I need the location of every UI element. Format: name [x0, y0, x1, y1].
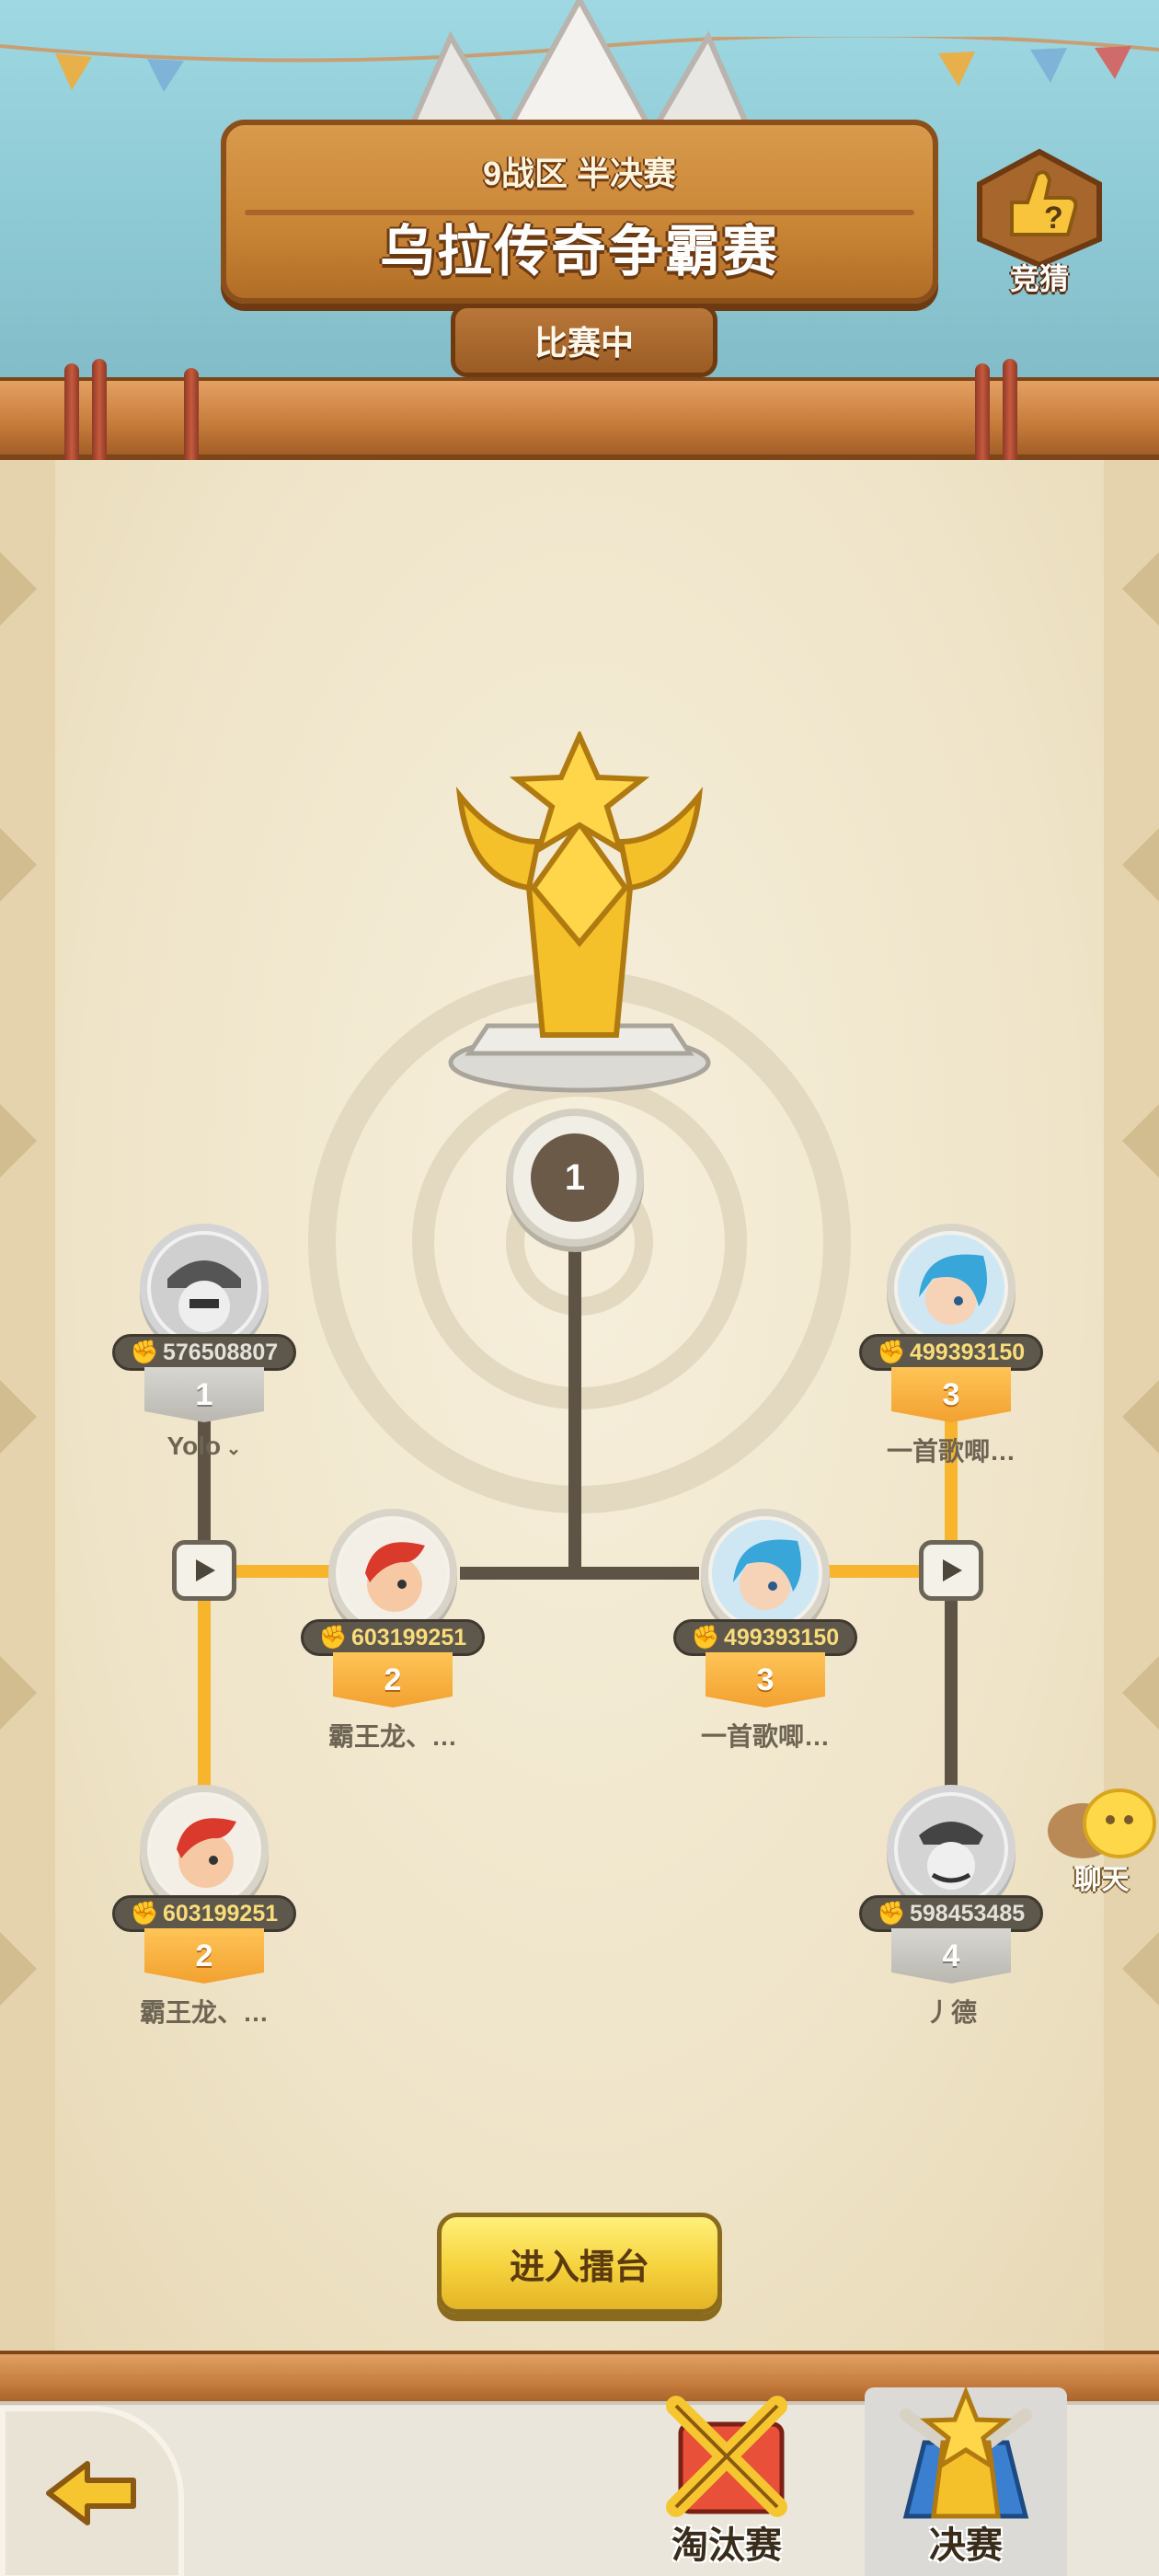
player-rank: 3	[891, 1367, 1011, 1422]
guess-button[interactable]: ? 竞猜	[970, 147, 1108, 295]
back-button[interactable]	[0, 2406, 184, 2576]
player-name: 一首歌唧…	[886, 1437, 1016, 1466]
player-power: ✊ 598453485	[859, 1895, 1043, 1932]
player-avatar	[140, 1224, 269, 1352]
player-rank: 3	[706, 1652, 825, 1708]
power-icon: ✊	[130, 1900, 159, 1926]
player-power: ✊ 499393150	[673, 1619, 857, 1656]
chat-bubble-icon	[1048, 1788, 1156, 1858]
right-border-decoration	[1104, 460, 1159, 2364]
player-rank: 2	[333, 1652, 453, 1708]
player-card[interactable]: ✊ 499393150 3 一首歌唧…	[859, 1224, 1043, 1466]
player-name: 丿德	[924, 1998, 977, 2027]
player-avatar	[140, 1785, 269, 1914]
replay-button-left[interactable]	[172, 1540, 236, 1601]
power-icon: ✊	[691, 1624, 720, 1650]
power-icon: ✊	[130, 1339, 159, 1365]
red-hair-character-icon	[151, 1796, 258, 1903]
player-card[interactable]: ✊ 603199251 2 霸王龙、…	[112, 1785, 296, 2027]
player-avatar	[328, 1509, 457, 1638]
enter-arena-button[interactable]: 进入擂台	[437, 2213, 722, 2314]
blue-hair-character-icon	[898, 1235, 1004, 1341]
player-power: ✊ 603199251	[112, 1895, 296, 1932]
svg-text:?: ?	[1044, 201, 1063, 236]
player-card[interactable]: ✊ 603199251 2 霸王龙、…	[301, 1509, 485, 1751]
power-icon: ✊	[877, 1339, 906, 1365]
thumbs-up-question-icon: ?	[977, 148, 1102, 269]
power-icon: ✊	[318, 1624, 348, 1650]
player-card[interactable]: ✊ 499393150 3 一首歌唧…	[673, 1509, 857, 1751]
player-avatar	[701, 1509, 830, 1638]
play-icon	[943, 1559, 962, 1581]
player-avatar	[887, 1785, 1016, 1914]
tab-final-label: 决赛	[929, 2525, 1003, 2566]
final-node[interactable]: 1	[506, 1109, 644, 1247]
player-card[interactable]: ✊ 598453485 4 丿德	[859, 1785, 1043, 2027]
play-icon	[196, 1559, 215, 1581]
trophy-icon	[448, 731, 711, 1093]
rope-decoration	[64, 363, 79, 474]
player-rank: 1	[144, 1367, 264, 1422]
chat-label: 聊天	[1073, 1865, 1130, 1895]
back-arrow-icon	[46, 2461, 136, 2525]
rope-decoration	[92, 359, 107, 469]
player-name: Yolo ⌄	[166, 1432, 242, 1460]
player-power: ✊ 499393150	[859, 1334, 1043, 1371]
replay-button-right[interactable]	[919, 1540, 983, 1601]
tab-knockout[interactable]: 淘汰赛	[625, 2387, 828, 2576]
match-status-plaque: 比赛中	[451, 304, 717, 377]
left-border-decoration	[0, 460, 55, 2364]
golden-crest-icon	[900, 2387, 1032, 2519]
crossed-swords-icon	[666, 2396, 787, 2517]
rope-decoration	[1003, 359, 1017, 469]
player-rank: 4	[891, 1928, 1011, 1984]
power-icon: ✊	[877, 1900, 906, 1926]
tab-final[interactable]: 决赛	[865, 2387, 1067, 2576]
chat-button[interactable]: 聊天	[1044, 1785, 1159, 1895]
player-power: ✊ 603199251	[301, 1619, 485, 1656]
cowboy-character-icon	[151, 1235, 258, 1341]
chevron-down-icon: ⌄	[221, 1439, 242, 1459]
pirate-character-icon	[898, 1796, 1004, 1903]
player-card[interactable]: ✊ 576508807 1 Yolo ⌄	[112, 1224, 296, 1463]
player-name: 霸王龙、…	[327, 1722, 457, 1751]
tab-knockout-label: 淘汰赛	[671, 2525, 782, 2566]
player-name: 霸王龙、…	[139, 1998, 269, 2027]
final-rank: 1	[531, 1133, 619, 1222]
guess-label: 竞猜	[1009, 262, 1069, 295]
rope-decoration	[975, 363, 990, 474]
red-hair-character-icon	[339, 1520, 446, 1627]
player-avatar	[887, 1224, 1016, 1352]
player-rank: 2	[144, 1928, 264, 1984]
player-name: 一首歌唧…	[700, 1722, 830, 1751]
blue-hair-character-icon	[712, 1520, 819, 1627]
match-status: 比赛中	[534, 324, 634, 362]
player-power: ✊ 576508807	[112, 1334, 296, 1371]
